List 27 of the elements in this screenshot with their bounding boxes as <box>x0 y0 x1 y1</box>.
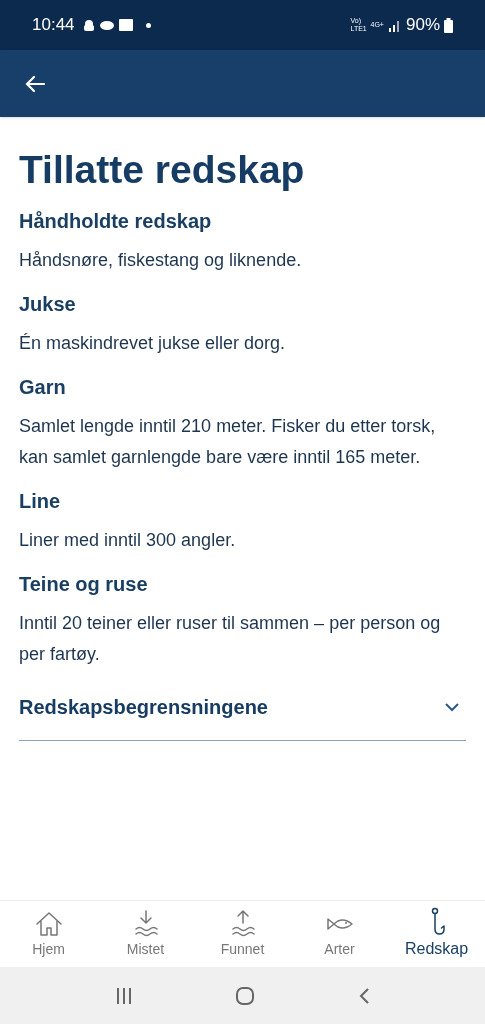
section-text: Inntil 20 teiner eller ruser til sammen – per person og per fartøy. <box>19 612 442 666</box>
battery-percent: 90% <box>405 14 440 37</box>
section-heading: Teine og ruse <box>19 572 149 597</box>
home-icon[interactable] <box>235 985 256 1006</box>
page-title: Tillatte redskap <box>19 147 306 193</box>
accordion-header[interactable]: Redskapsbegrensningene <box>19 692 466 741</box>
nav-tab[interactable]: Hjem <box>0 901 97 967</box>
nav-tab[interactable]: Funnet <box>194 901 291 967</box>
section-heading: Garn <box>19 375 67 400</box>
back-icon[interactable] <box>357 986 370 1005</box>
section-text: Én maskindrevet jukse eller dorg. <box>19 332 287 355</box>
section-text: Håndsnøre, fiskestang og liknende. <box>19 249 303 272</box>
section-heading: Jukse <box>19 292 77 317</box>
signal-icon <box>387 18 402 32</box>
cloud-icon <box>99 20 114 30</box>
nav-tab[interactable]: Arter <box>291 901 388 967</box>
section-text: Liner med inntil 300 angler. <box>19 529 237 552</box>
recent-apps-icon[interactable] <box>115 986 134 1005</box>
chevron-down-icon <box>444 702 460 712</box>
section-heading: Håndholdte redskap <box>19 209 213 234</box>
nav-tab[interactable]: Mistet <box>97 901 194 967</box>
battery-icon <box>444 17 453 33</box>
status-time: 10:44 <box>32 14 75 37</box>
section-heading: Line <box>19 489 62 514</box>
section-text: Samlet lengde inntil 210 meter. Fisker du etter torsk, kan samlet garnlengde bare være inntil 165 meter. <box>19 415 437 469</box>
nav-tab[interactable]: Redskap <box>388 901 485 967</box>
dot-icon <box>145 22 151 28</box>
